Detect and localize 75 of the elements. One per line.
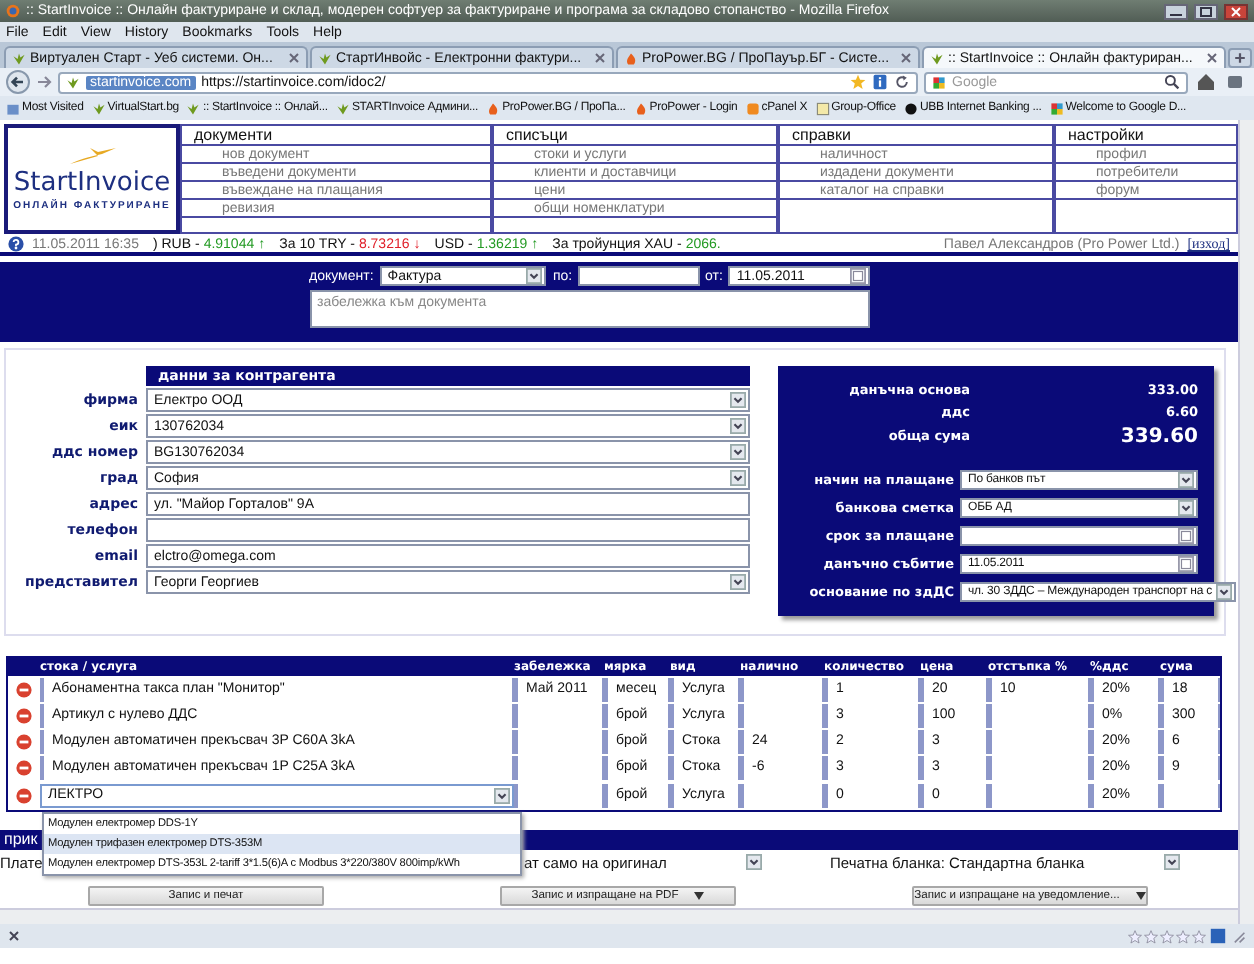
calendar-icon[interactable] xyxy=(849,268,865,284)
flame-icon xyxy=(633,101,648,115)
close-icon[interactable] xyxy=(1224,3,1248,19)
total-value: 339.60 xyxy=(1118,425,1198,447)
caret-icon xyxy=(1135,892,1146,900)
table-cell[interactable] xyxy=(740,677,824,701)
star-icon[interactable] xyxy=(850,74,866,90)
date-field[interactable] xyxy=(960,526,1198,546)
dropdown-arrow-icon[interactable] xyxy=(1178,500,1194,516)
table-cell[interactable] xyxy=(740,783,824,807)
table-cell[interactable] xyxy=(514,729,604,753)
globe-icon xyxy=(6,4,20,18)
menu-heading[interactable]: документи xyxy=(182,126,490,146)
leaf-icon xyxy=(335,101,350,115)
table-cell[interactable] xyxy=(740,703,824,727)
table-cell[interactable] xyxy=(988,755,1090,779)
help-icon[interactable] xyxy=(8,236,24,252)
delete-icon[interactable] xyxy=(16,707,32,723)
close-icon[interactable] xyxy=(594,52,606,64)
paper-plane-icon xyxy=(66,146,118,166)
dropdown-arrow-icon[interactable] xyxy=(730,444,746,460)
flame-icon xyxy=(486,101,501,115)
folder-icon xyxy=(6,101,20,115)
flame-icon xyxy=(624,51,638,65)
addon-icon[interactable] xyxy=(1210,928,1226,944)
table-cell[interactable] xyxy=(514,783,604,807)
table-cell[interactable] xyxy=(514,755,604,779)
resize-grip-icon xyxy=(1230,928,1246,944)
dropdown-button[interactable] xyxy=(746,854,763,870)
close-icon[interactable] xyxy=(900,52,912,64)
new-tab-icon[interactable] xyxy=(1228,48,1252,68)
delete-icon[interactable] xyxy=(16,787,32,803)
table-cell[interactable] xyxy=(988,783,1090,807)
dropdown-arrow-icon[interactable] xyxy=(1178,472,1194,488)
dropdown-arrow-icon[interactable] xyxy=(730,574,746,590)
info-icon[interactable] xyxy=(872,74,888,90)
table-cell[interactable] xyxy=(514,703,604,727)
dropdown-arrow-icon[interactable] xyxy=(730,418,746,434)
forward-icon[interactable] xyxy=(36,74,52,90)
dropdown-arrow-icon[interactable] xyxy=(730,470,746,486)
google-icon xyxy=(932,75,946,89)
table-cell[interactable] xyxy=(988,703,1090,727)
dropdown-arrow-icon[interactable] xyxy=(494,787,510,803)
minimize-icon[interactable] xyxy=(1164,3,1188,19)
back-icon[interactable] xyxy=(6,70,30,94)
dropdown-arrow-icon[interactable] xyxy=(1216,584,1233,600)
menu-heading[interactable]: справки xyxy=(780,126,1052,146)
horizontal-scrollbar[interactable] xyxy=(0,908,1238,924)
leaf-icon xyxy=(186,101,201,115)
menu-heading[interactable]: настройки xyxy=(1056,126,1236,146)
star-rating[interactable] xyxy=(1128,929,1206,943)
window-icon xyxy=(815,101,830,115)
table-cell[interactable] xyxy=(988,729,1090,753)
table-cell[interactable] xyxy=(1160,783,1220,807)
delete-icon[interactable] xyxy=(16,733,32,749)
search-icon[interactable] xyxy=(1164,74,1180,90)
square-icon xyxy=(745,101,760,115)
logo-text: StartInvoice xyxy=(13,168,171,198)
delete-icon[interactable] xyxy=(16,681,32,697)
menu-heading[interactable]: списъци xyxy=(494,126,776,146)
input-field[interactable] xyxy=(146,518,750,542)
maximize-icon[interactable] xyxy=(1194,3,1218,19)
circle-icon xyxy=(904,101,918,115)
dropdown-arrow-icon[interactable] xyxy=(526,268,543,284)
number-field[interactable] xyxy=(578,266,699,286)
vertical-scrollbar[interactable] xyxy=(1238,120,1254,924)
close-icon[interactable] xyxy=(8,930,20,942)
dropdown-arrow-icon[interactable] xyxy=(730,392,746,408)
close-icon[interactable] xyxy=(1206,52,1218,64)
dropdown-button[interactable] xyxy=(1164,854,1181,870)
close-icon[interactable] xyxy=(288,52,300,64)
refresh-icon[interactable] xyxy=(894,74,910,90)
google-icon xyxy=(1049,101,1064,115)
caret-icon xyxy=(694,892,705,900)
delete-icon[interactable] xyxy=(16,759,32,775)
